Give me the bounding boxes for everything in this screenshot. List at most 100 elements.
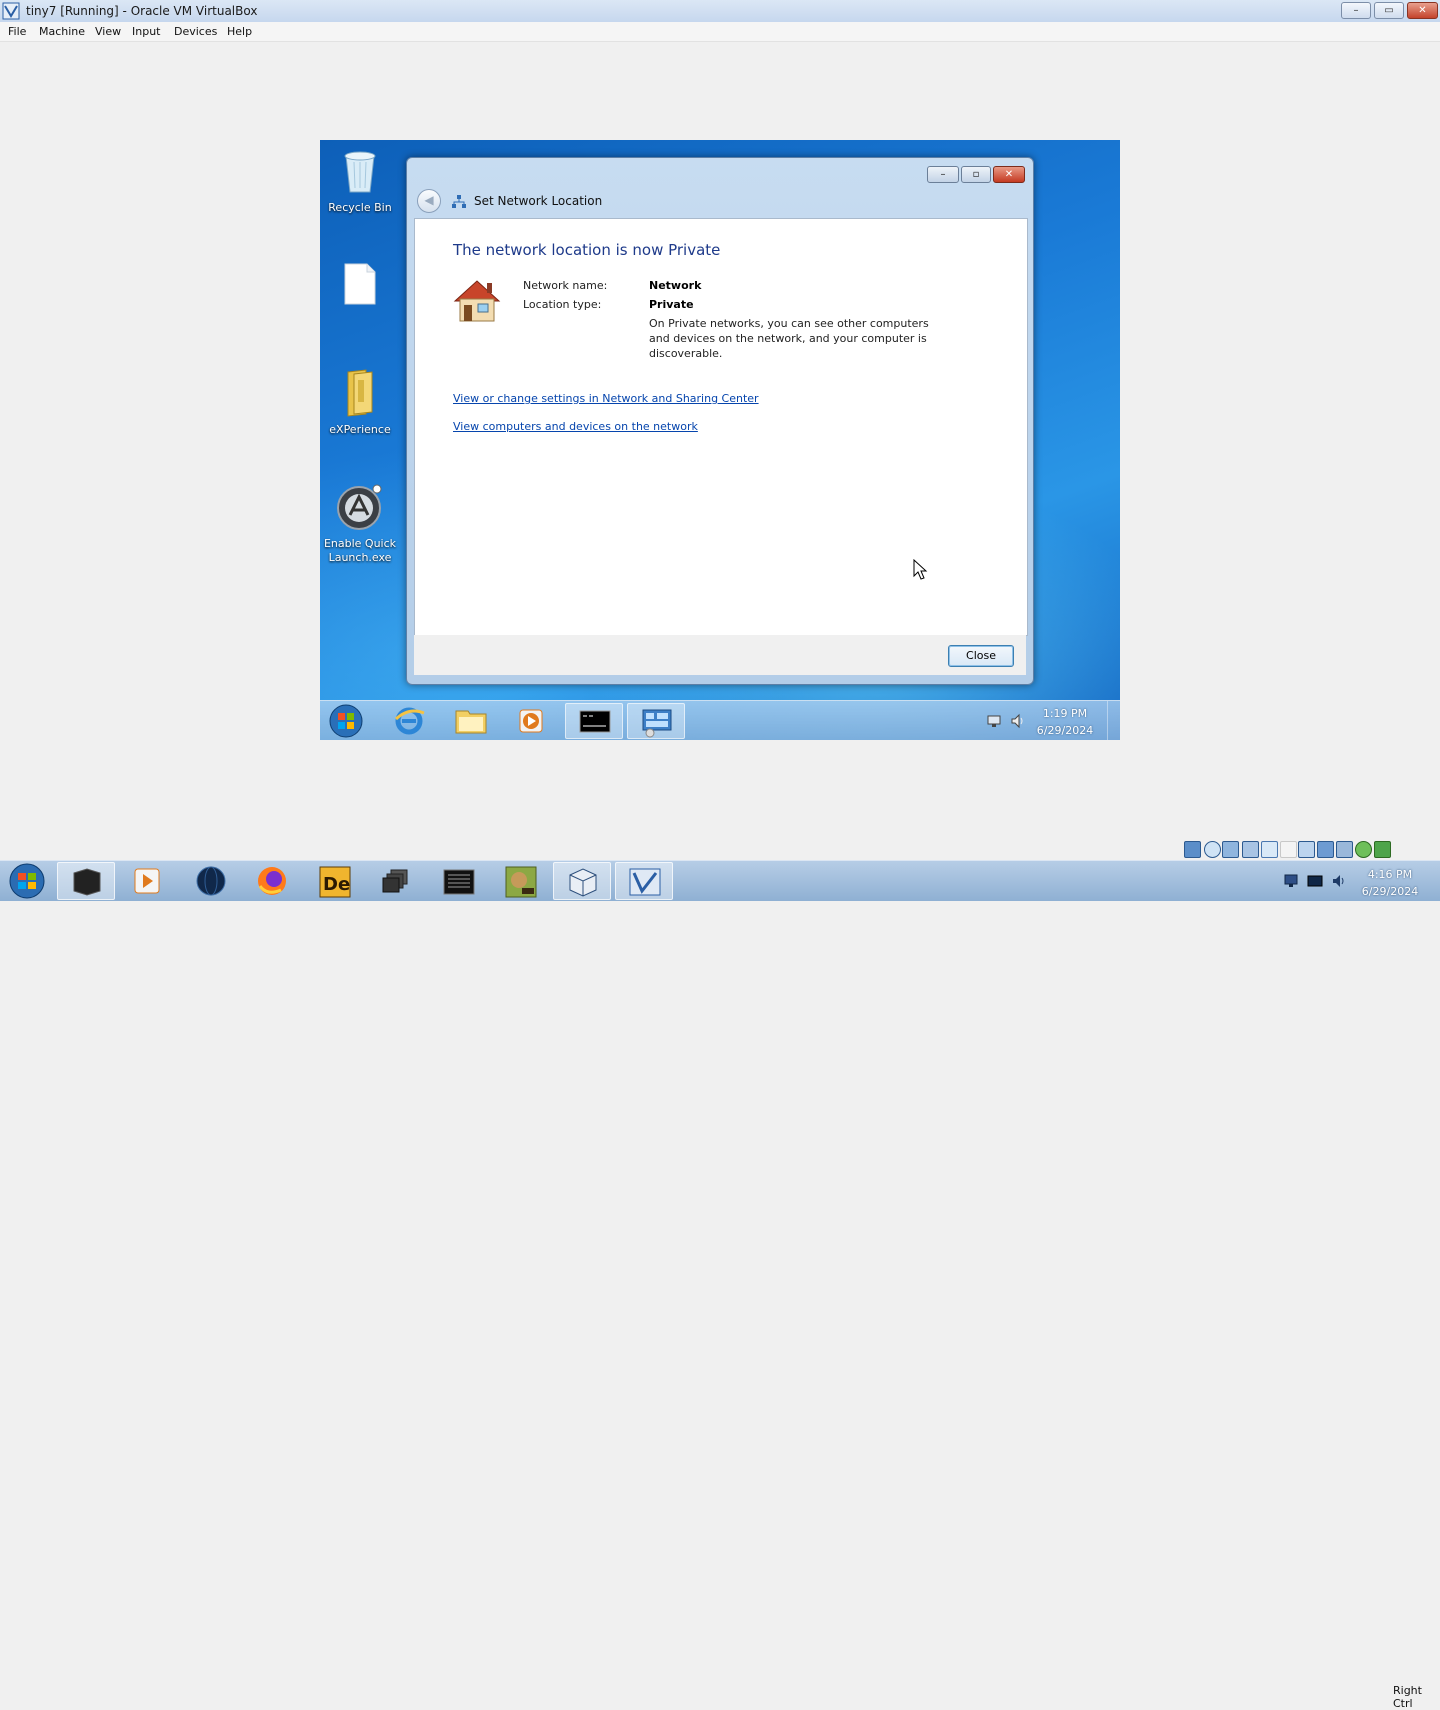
usb-icon[interactable] [1261, 841, 1278, 858]
dialog-maximize-button[interactable]: ▫ [961, 166, 991, 183]
desktop-icon-recycle-bin[interactable]: Recycle Bin [320, 146, 400, 215]
menu-devices[interactable]: Devices [174, 25, 217, 38]
hard-disk-icon[interactable] [1184, 841, 1201, 858]
minimize-button[interactable]: – [1341, 2, 1371, 19]
host-titlebar: tiny7 [Running] - Oracle VM VirtualBox –… [0, 0, 1440, 23]
blank-document-icon [344, 263, 376, 305]
taskbar-firefox[interactable] [243, 862, 301, 900]
taskbar-tiny7-vm[interactable] [615, 862, 673, 900]
network-icon [452, 195, 466, 208]
media-player-icon [134, 868, 160, 894]
command-prompt-icon [579, 710, 611, 733]
menu-input[interactable]: Input [132, 25, 160, 38]
menu-help[interactable]: Help [227, 25, 252, 38]
desktop-icon-label: eXPerience [329, 423, 391, 436]
taskbar-control-panel[interactable] [627, 703, 685, 739]
host-key-label: Right Ctrl [1393, 1684, 1422, 1710]
svg-text:De: De [323, 874, 350, 895]
desktop-icon-label: Recycle Bin [328, 201, 392, 214]
taskbar-davinci-resolve[interactable]: De [306, 862, 364, 900]
terminal-icon [443, 869, 475, 895]
keyboard-capture-icon[interactable] [1374, 841, 1391, 858]
show-desktop-button[interactable] [1107, 701, 1120, 740]
menu-file[interactable]: File [8, 25, 26, 38]
back-button[interactable]: ◀ [417, 189, 441, 213]
stacked-windows-icon [382, 869, 408, 893]
host-clock-date: 6/29/2024 [1361, 885, 1419, 898]
control-panel-icon [642, 709, 672, 738]
optical-drive-icon[interactable] [1204, 841, 1221, 858]
taskbar-black-box-app[interactable] [57, 862, 115, 900]
network-tray-icon[interactable] [986, 713, 1002, 729]
desktop-icon-experience[interactable]: eXPerience [320, 368, 400, 437]
folder-icon [347, 369, 373, 417]
davinci-resolve-icon: De [319, 866, 351, 898]
mouse-cursor-icon [913, 559, 928, 580]
dialog-minimize-button[interactable]: – [927, 166, 959, 183]
home-network-icon [453, 280, 501, 322]
taskbar-explorer[interactable] [442, 703, 500, 739]
black-cube-icon [73, 868, 101, 896]
desktop-icon-document[interactable] [320, 262, 400, 311]
menu-machine[interactable]: Machine [39, 25, 85, 38]
tiny7-vm-icon [629, 868, 661, 896]
network-tray-icon[interactable] [1283, 874, 1299, 888]
location-type-label: Location type: [523, 298, 602, 311]
virtualbox-icon [569, 868, 597, 897]
dialog-footer: Close [414, 635, 1026, 675]
guest-clock-date: 6/29/2024 [1036, 724, 1094, 737]
menu-bar: File Machine View Input Devices Help [0, 22, 1440, 42]
start-orb-icon[interactable] [2, 862, 52, 900]
host-clock-time: 4:16 PM [1367, 868, 1413, 881]
taskbar-virtualbox[interactable] [553, 862, 611, 900]
taskbar-dark-globe[interactable] [182, 862, 240, 900]
network-sharing-center-link[interactable]: View or change settings in Network and S… [453, 392, 759, 405]
back-arrow-icon: ◀ [424, 193, 434, 207]
recording-icon[interactable] [1317, 841, 1334, 858]
guest-taskbar: 1:19 PM 6/29/2024 [320, 700, 1120, 740]
internet-explorer-icon [394, 707, 425, 735]
taskbar-internet-explorer[interactable] [380, 703, 438, 739]
dialog-title: Set Network Location [474, 194, 603, 208]
close-dialog-button[interactable]: Close [948, 645, 1014, 667]
guest-clock[interactable]: 1:19 PM 6/29/2024 [1020, 705, 1110, 739]
network-adapter-icon[interactable] [1242, 841, 1259, 858]
taskbar-media-player[interactable] [118, 862, 176, 900]
view-network-devices-link[interactable]: View computers and devices on the networ… [453, 420, 698, 433]
recycle-bin-icon [344, 151, 376, 193]
host-clock[interactable]: 4:16 PM 6/29/2024 [1355, 866, 1425, 900]
start-orb-icon[interactable] [328, 704, 364, 738]
quicklaunch-icon [337, 484, 382, 530]
desktop-icon-enable-quick-launch[interactable]: Enable Quick Launch.exe [320, 482, 400, 565]
display-icon[interactable] [1298, 841, 1315, 858]
guest-clock-time: 1:19 PM [1042, 707, 1088, 720]
folder-icon [455, 710, 487, 734]
taskbar-dosbox[interactable] [492, 862, 550, 900]
menu-view[interactable]: View [95, 25, 121, 38]
desktop-icon-label: Enable Quick Launch.exe [323, 537, 397, 564]
window-title: tiny7 [Running] - Oracle VM VirtualBox [26, 4, 258, 18]
firefox-icon [258, 867, 286, 895]
dark-globe-icon [196, 866, 226, 896]
set-network-location-dialog: – ▫ ✕ ◀ Set Network Location The network… [406, 157, 1034, 685]
dialog-content: The network location is now Private Netw… [414, 218, 1028, 636]
guest-screen[interactable]: Recycle Bin eXPerience Enable Quick Laun… [320, 140, 1120, 740]
taskbar-media-player[interactable] [502, 703, 560, 739]
dialog-close-button[interactable]: ✕ [993, 166, 1025, 183]
network-name-value: Network [649, 279, 702, 292]
taskbar-terminal[interactable] [430, 862, 488, 900]
restore-button[interactable]: ▭ [1374, 2, 1404, 19]
vt-x-icon[interactable] [1336, 841, 1353, 858]
location-type-value: Private [649, 298, 694, 311]
guest-additions-icon[interactable] [1355, 841, 1372, 858]
taskbar-stacked-windows[interactable] [367, 862, 425, 900]
shared-folders-icon[interactable] [1280, 841, 1297, 858]
display-tray-icon[interactable] [1307, 874, 1323, 888]
virtualbox-icon [2, 2, 20, 20]
close-button[interactable]: ✕ [1407, 2, 1438, 19]
location-description: On Private networks, you can see other c… [649, 317, 929, 360]
audio-icon[interactable] [1222, 841, 1239, 858]
dosbox-icon [505, 866, 537, 898]
volume-tray-icon[interactable] [1331, 874, 1347, 888]
taskbar-cmd[interactable] [565, 703, 623, 739]
